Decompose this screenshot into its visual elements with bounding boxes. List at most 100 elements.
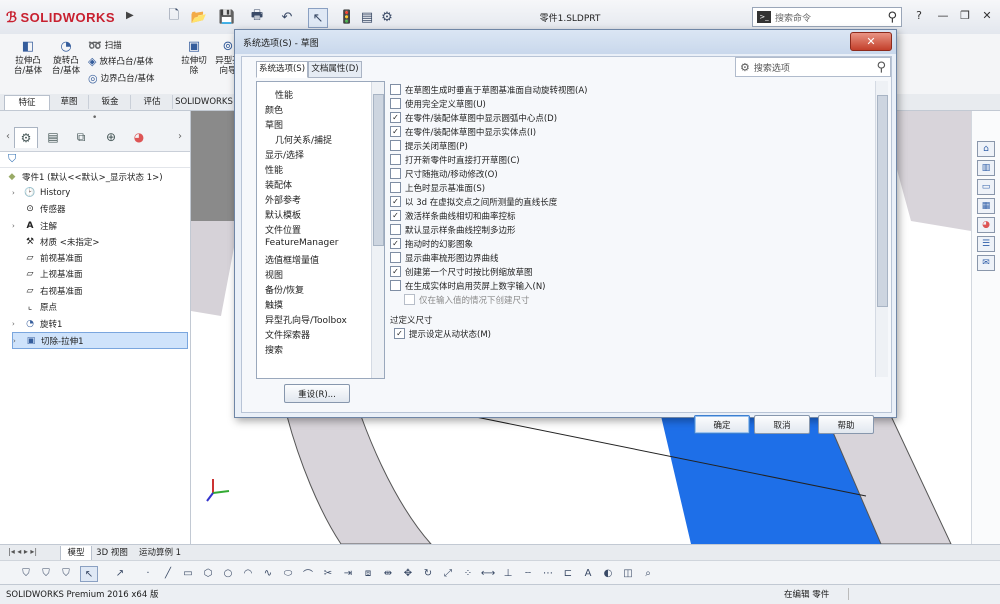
category-item[interactable]: 触摸	[265, 298, 283, 311]
filter-faces-icon[interactable]: ⛉	[58, 566, 74, 580]
checkbox[interactable]	[390, 280, 401, 291]
tab-system-options[interactable]: 系统选项(S)	[256, 61, 308, 78]
zoom-icon[interactable]: ⌕	[640, 566, 656, 580]
line-icon[interactable]: ╱	[160, 566, 176, 580]
loft-button[interactable]: ◈ 放样凸台/基体	[88, 54, 153, 68]
option-row[interactable]: ✓创建第一个尺寸时按比例缩放草图	[390, 265, 533, 278]
polygon-icon[interactable]: ⬡	[200, 566, 216, 580]
category-scrollbar-thumb[interactable]	[373, 94, 384, 246]
solidworks-logo[interactable]: ℬ SOLIDWORKS	[6, 6, 124, 28]
options-scrollbar[interactable]	[875, 81, 888, 377]
tab-document-properties[interactable]: 文档属性(D)	[308, 61, 362, 78]
help-button[interactable]: 帮助	[818, 415, 874, 434]
category-item[interactable]: 性能	[275, 88, 293, 101]
text-icon[interactable]: A	[580, 566, 596, 580]
tab-model[interactable]: 模型	[60, 546, 92, 561]
tree-root[interactable]: ◆ 零件1 (默认<<默认>_显示状态 1>)	[6, 169, 163, 184]
options-scrollbar-thumb[interactable]	[877, 95, 888, 307]
pattern-icon[interactable]: ⁘	[460, 566, 476, 580]
category-item[interactable]: 选值框增量值	[265, 253, 319, 266]
relation-icon[interactable]: ⊥	[500, 566, 516, 580]
view-palette-icon[interactable]: ▦	[977, 198, 995, 214]
expand-arrow-icon[interactable]: ›	[12, 320, 20, 328]
checkbox[interactable]: ✓	[390, 210, 401, 221]
dimxpert-tab-icon[interactable]: ⊕	[100, 127, 122, 147]
tab-3d-views[interactable]: 3D 视图	[92, 546, 132, 560]
fillet-icon[interactable]: ⌒	[300, 566, 316, 580]
category-item[interactable]: 显示/选择	[265, 148, 304, 161]
ok-button[interactable]: 确定	[694, 415, 750, 434]
tree-item-right-plane[interactable]: ▱ 右视基准面	[12, 283, 83, 298]
filter-icon[interactable]: ⛉	[8, 152, 16, 166]
boundary-boss-button[interactable]: ◎ 边界凸台/基体	[88, 71, 154, 85]
construction-icon[interactable]: ⋯	[540, 566, 556, 580]
checkbox[interactable]	[390, 182, 401, 193]
option-row[interactable]: ✓以 3d 在虚拟交点之间所测量的直线长度	[390, 195, 557, 208]
configuration-manager-tab-icon[interactable]: ⧉	[70, 127, 92, 147]
option-row[interactable]: ✓激活样条曲线相切和曲率控标	[390, 209, 516, 222]
category-item[interactable]: 外部参考	[265, 193, 301, 206]
rectangle-icon[interactable]: ▭	[180, 566, 196, 580]
checkbox[interactable]: ✓	[390, 112, 401, 123]
category-item[interactable]: 备份/恢复	[265, 283, 304, 296]
point-icon[interactable]: ·	[140, 566, 156, 580]
custom-properties-icon[interactable]: ☰	[977, 236, 995, 252]
minimize-button[interactable]: —	[932, 6, 954, 24]
trim-icon[interactable]: ✂	[320, 566, 336, 580]
checkbox[interactable]	[390, 224, 401, 235]
forum-icon[interactable]: ✉	[977, 255, 995, 271]
category-item[interactable]: 搜索	[265, 343, 283, 356]
options-search-input[interactable]: ⚙ 搜索选项 ⚲	[735, 57, 891, 77]
checkbox[interactable]: ✓	[394, 328, 405, 339]
tree-item-material[interactable]: ⚒ 材质 <未指定>	[12, 234, 99, 249]
extend-icon[interactable]: ⇥	[340, 566, 356, 580]
option-row[interactable]: 在草图生成时垂直于草图基准面自动旋转视图(A)	[390, 83, 587, 96]
option-row[interactable]: 显示曲率梳形图边界曲线	[390, 251, 499, 264]
option-row[interactable]: 上色时显示基准面(S)	[390, 181, 485, 194]
tab-features[interactable]: 特征	[4, 95, 50, 110]
search-commands-input[interactable]: >_ 搜索命令 ⚲	[752, 7, 902, 27]
checkbox[interactable]: ✓	[390, 196, 401, 207]
extrude-cut-button[interactable]: ▣ 拉伸切 除	[176, 40, 212, 76]
tab-nav-arrows-icon[interactable]: |◂ ◂ ▸ ▸|	[8, 547, 37, 556]
category-item[interactable]: 文件探索器	[265, 328, 310, 341]
tab-motion-study[interactable]: 运动算例 1	[134, 546, 186, 560]
slot-icon[interactable]: ⊏	[560, 566, 576, 580]
tree-item-origin[interactable]: ⌞ 原点	[12, 299, 57, 314]
category-item[interactable]: 文件位置	[265, 223, 301, 236]
new-document-icon[interactable]: 🗋	[165, 8, 183, 26]
cancel-button[interactable]: 取消	[754, 415, 810, 434]
smart-dimension-icon[interactable]: ⟷	[480, 566, 496, 580]
scale-icon[interactable]: ⤢	[440, 566, 456, 580]
option-row[interactable]: 默认显示样条曲线控制多边形	[390, 223, 516, 236]
arc-icon[interactable]: ◠	[240, 566, 256, 580]
file-properties-icon[interactable]: ▤	[358, 8, 376, 26]
option-row[interactable]: ✓拖动时的幻影图象	[390, 237, 473, 250]
option-row[interactable]: 尺寸随拖动/移动修改(O)	[390, 167, 498, 180]
help-button[interactable]: ?	[908, 6, 930, 24]
checkbox[interactable]	[390, 168, 401, 179]
search-icon[interactable]: ⚲	[876, 60, 886, 75]
tree-item-top-plane[interactable]: ▱ 上视基准面	[12, 266, 83, 281]
tab-evaluate[interactable]: 评估	[132, 95, 173, 109]
option-row[interactable]: ✓在零件/装配体草图中显示圆弧中心点(D)	[390, 111, 557, 124]
select-other-icon[interactable]: ↗	[112, 566, 128, 580]
rotate-icon[interactable]: ↻	[420, 566, 436, 580]
home-icon[interactable]: ⌂	[977, 141, 995, 157]
option-row[interactable]: 提示关闭草图(P)	[390, 139, 468, 152]
tree-item-revolve1[interactable]: › ◔ 旋转1	[12, 316, 62, 331]
mirror-icon[interactable]: ⇹	[380, 566, 396, 580]
tree-item-sensors[interactable]: ⊙ 传感器	[12, 201, 66, 216]
panel-grip-icon[interactable]: •	[92, 113, 97, 123]
option-row[interactable]: 打开新零件时直接打开草图(C)	[390, 153, 520, 166]
panel-scroll-right-icon[interactable]: ›	[178, 131, 182, 142]
file-explorer-icon[interactable]: ▭	[977, 179, 995, 195]
tab-sheet-metal[interactable]: 钣金	[90, 95, 131, 109]
save-icon[interactable]: 💾	[218, 8, 236, 26]
tree-item-annotations[interactable]: › A 注解	[12, 218, 57, 233]
category-item[interactable]: FeatureManager	[265, 238, 338, 248]
tree-item-cut-extrude1[interactable]: › ▣ 切除-拉伸1	[12, 332, 188, 349]
tab-solidworks[interactable]: SOLIDWORKS	[174, 95, 235, 109]
restore-button[interactable]: ❐	[954, 6, 976, 24]
circle-icon[interactable]: ○	[220, 566, 236, 580]
